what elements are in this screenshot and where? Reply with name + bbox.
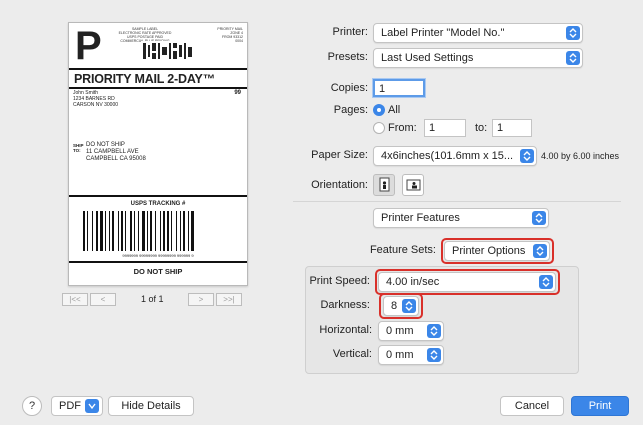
- service-letter: P: [75, 24, 102, 68]
- pages-range-radio[interactable]: [373, 122, 385, 134]
- zone-line: 0004: [235, 39, 243, 43]
- landscape-orientation-button[interactable]: [402, 174, 424, 196]
- chevron-updown-icon: [532, 211, 546, 225]
- pages-all-label: All: [388, 104, 401, 116]
- label-footer: DO NOT SHIP: [133, 267, 183, 276]
- prev-page-button[interactable]: <: [90, 293, 116, 306]
- chevron-updown-icon: [520, 149, 534, 163]
- datamatrix-barcode: [141, 41, 195, 61]
- divider: [69, 195, 247, 197]
- paper-size-select[interactable]: 4x6inches(101.6mm x 15...: [373, 146, 537, 166]
- pages-label: Pages:: [333, 104, 368, 116]
- paper-size-value: 4x6inches(101.6mm x 15...: [381, 150, 514, 162]
- cancel-button[interactable]: Cancel: [500, 396, 564, 416]
- section-value: Printer Features: [381, 212, 460, 224]
- pages-all-radio[interactable]: [373, 104, 385, 116]
- label-header: P SAMPLE LABEL ELECTRONIC RATE APPROVED …: [69, 23, 247, 70]
- tracking-barcode: [83, 211, 194, 251]
- chevron-updown-icon: [427, 324, 441, 338]
- presets-value: Last Used Settings: [381, 52, 474, 64]
- print-speed-highlight: [375, 269, 560, 295]
- recipient-address: DO NOT SHIP 11 CAMPBELL AVE CAMPBELL CA …: [86, 142, 146, 163]
- address-line: DO NOT SHIP: [86, 142, 125, 148]
- pages-from-label: From:: [388, 122, 417, 134]
- pdf-label: PDF: [59, 400, 81, 412]
- pages-from-input[interactable]: 1: [424, 119, 466, 137]
- chevron-down-icon: [85, 399, 99, 413]
- pdf-menu-button[interactable]: PDF: [51, 396, 103, 416]
- portrait-icon: [379, 177, 390, 192]
- service-title: PRIORITY MAIL 2-DAY™: [74, 72, 215, 86]
- darkness-label: Darkness:: [320, 299, 370, 311]
- last-page-button[interactable]: >>|: [216, 293, 242, 306]
- ship-to-label: SHIP TO:: [73, 143, 84, 153]
- sender-address: John Smith 1234 BARNES RD CARSON NV 3000…: [73, 90, 118, 108]
- page-indicator: 1 of 1: [141, 294, 164, 304]
- address-line: CARSON NV 30000: [73, 102, 119, 108]
- printer-label: Printer:: [332, 26, 368, 38]
- vertical-value: 0 mm: [386, 349, 414, 361]
- printer-select[interactable]: Label Printer "Model No.": [373, 23, 583, 43]
- zone-info: PRIORITY MAIL ZONE 4 FROM 93312 0004: [203, 27, 243, 43]
- copies-input[interactable]: 1: [373, 79, 425, 97]
- paper-size-label: Paper Size:: [311, 149, 368, 161]
- first-page-button[interactable]: |<<: [62, 293, 88, 306]
- routing-code: 99: [234, 90, 241, 96]
- vertical-label: Vertical:: [332, 348, 372, 360]
- hide-details-button[interactable]: Hide Details: [108, 396, 194, 416]
- separator: [293, 201, 621, 202]
- tracking-label: USPS TRACKING #: [130, 201, 186, 207]
- presets-select[interactable]: Last Used Settings: [373, 48, 583, 68]
- address-line: CAMPBELL CA 95008: [86, 156, 146, 162]
- darkness-highlight: [379, 293, 423, 319]
- copies-label: Copies:: [330, 82, 368, 94]
- landscape-icon: [406, 179, 421, 191]
- paper-dimensions: 4.00 by 6.00 inches: [541, 151, 620, 161]
- feature-sets-label: Feature Sets:: [369, 244, 436, 256]
- help-button[interactable]: ?: [22, 396, 42, 416]
- horizontal-label: Horizontal:: [319, 324, 372, 336]
- pages-to-label: to:: [475, 122, 488, 134]
- printer-value: Label Printer "Model No.": [381, 27, 505, 39]
- portrait-orientation-button[interactable]: [373, 174, 395, 196]
- section-select[interactable]: Printer Features: [373, 208, 549, 228]
- chevron-updown-icon: [566, 51, 580, 65]
- pages-to-input[interactable]: 1: [492, 119, 532, 137]
- feature-sets-highlight: [441, 238, 554, 264]
- orientation-label: Orientation:: [311, 179, 368, 191]
- next-page-button[interactable]: >: [188, 293, 214, 306]
- divider: [69, 87, 247, 89]
- presets-label: Presets:: [327, 51, 368, 63]
- horizontal-value: 0 mm: [386, 325, 414, 337]
- horizontal-stepper[interactable]: 0 mm: [378, 321, 444, 341]
- address-line: 11 CAMPBELL AVE: [86, 149, 139, 155]
- print-speed-label: Print Speed:: [309, 275, 370, 287]
- tracking-number: 9999999 99999999 99999999 999999 9: [122, 253, 194, 258]
- vertical-stepper[interactable]: 0 mm: [378, 345, 444, 365]
- chevron-updown-icon: [566, 26, 580, 40]
- divider: [69, 261, 247, 263]
- label-preview: P SAMPLE LABEL ELECTRONIC RATE APPROVED …: [68, 22, 248, 286]
- print-button[interactable]: Print: [571, 396, 629, 416]
- chevron-updown-icon: [427, 348, 441, 362]
